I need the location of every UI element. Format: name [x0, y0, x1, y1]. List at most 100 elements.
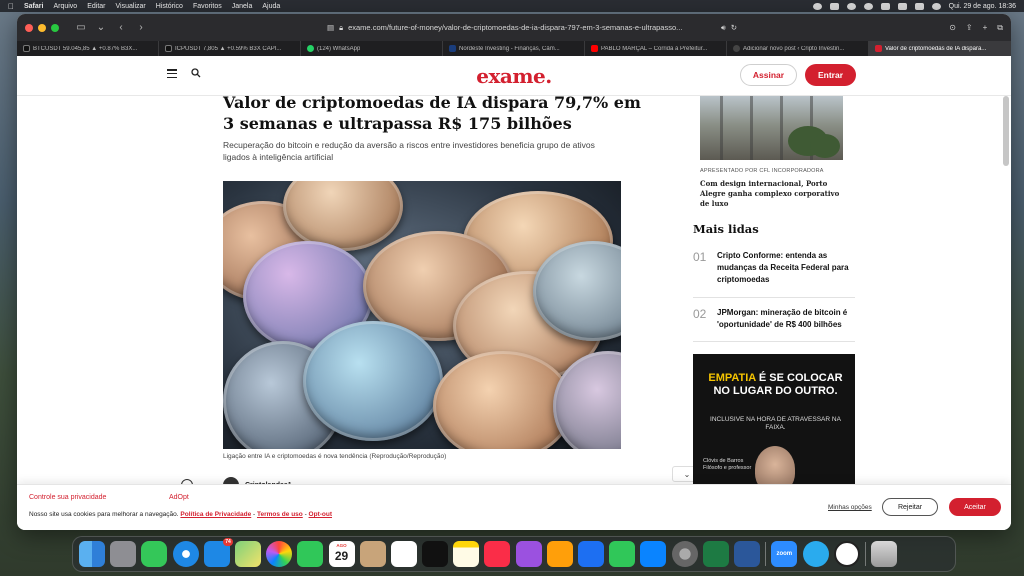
- menu-item-historico[interactable]: Histórico: [156, 3, 183, 10]
- maps-icon[interactable]: [234, 541, 261, 567]
- chevron-down-icon[interactable]: ⌄: [93, 21, 109, 35]
- tab-whatsapp[interactable]: (124) WhatsApp: [301, 41, 443, 56]
- download-icon[interactable]: ⊙: [949, 23, 956, 33]
- messages-icon[interactable]: [141, 541, 168, 567]
- excel-icon[interactable]: [702, 541, 729, 567]
- calendar-icon[interactable]: AGO 29: [328, 541, 355, 567]
- column-shape: [780, 96, 783, 160]
- banner-headline: EMPATIA É SE COLOCAR NO LUGAR DO OUTRO.: [708, 372, 843, 397]
- tree-shape: [810, 134, 840, 158]
- appstore-icon[interactable]: [640, 541, 667, 567]
- assinar-button[interactable]: Assinar: [740, 64, 797, 86]
- telegram-icon[interactable]: [802, 541, 829, 567]
- mais-lidas-title[interactable]: JPMorgan: mineração de bitcoin é 'oportu…: [717, 307, 855, 331]
- clock-icon[interactable]: [833, 541, 860, 567]
- terms-link[interactable]: Termos de uso: [257, 511, 303, 518]
- menu-item-ajuda[interactable]: Ajuda: [262, 3, 280, 10]
- creative-cloud-icon[interactable]: [812, 2, 822, 10]
- launchpad-icon[interactable]: [110, 541, 137, 567]
- divider: [693, 297, 855, 298]
- control-center-icon[interactable]: [914, 2, 924, 10]
- mail-badge: 74: [223, 538, 233, 546]
- page-menu-icon[interactable]: ▤: [327, 23, 334, 32]
- menubar-clock[interactable]: Qui. 29 de ago. 18:36: [949, 3, 1016, 10]
- tab-wordpress[interactable]: Adicionar novo post ‹ Cripto Investin...: [727, 41, 869, 56]
- trash-icon[interactable]: [871, 541, 898, 567]
- adopt-brand[interactable]: AdOpt: [169, 494, 189, 501]
- tab-exame-active[interactable]: Valor de criptomoedas de IA dispara...: [869, 41, 1011, 56]
- mais-lidas-title[interactable]: Cripto Conforme: entenda as mudanças da …: [717, 250, 855, 286]
- tab-youtube[interactable]: PABLO MARÇAL – Corrida à Prefeitur...: [585, 41, 727, 56]
- photos-icon[interactable]: [266, 541, 293, 567]
- facetime-icon[interactable]: [297, 541, 324, 567]
- music-icon[interactable]: [484, 541, 511, 567]
- keynote-icon[interactable]: [578, 541, 604, 567]
- macos-dock: 74 AGO 29 zoom: [72, 536, 956, 572]
- new-tab-icon[interactable]: +: [983, 23, 988, 33]
- apple-menu-icon[interactable]: : [8, 2, 14, 11]
- tab-btcusdt[interactable]: BTCUSDT 59.045,85 ▲ +0.87% B3X...: [17, 41, 159, 56]
- safari-icon[interactable]: [172, 541, 199, 567]
- privacy-policy-link[interactable]: Política de Privacidade: [180, 511, 251, 518]
- rank-number: 02: [693, 307, 707, 321]
- toolbar-right: ⊙ ⇪ + ⧉: [949, 23, 1003, 33]
- menu-item-arquivo[interactable]: Arquivo: [53, 3, 77, 10]
- mais-lidas-item[interactable]: 01 Cripto Conforme: entenda as mudanças …: [693, 250, 855, 286]
- tab-overview-icon[interactable]: ⧉: [997, 23, 1003, 33]
- reject-button[interactable]: Rejeitar: [882, 498, 938, 516]
- tab-icpusdt[interactable]: ICPUSDT 7,805 ▲ +0.59% B3X CAPI...: [159, 41, 301, 56]
- siri-icon[interactable]: [931, 2, 941, 10]
- nordeste-icon: [449, 45, 456, 52]
- my-options-link[interactable]: Minhas opções: [828, 504, 872, 511]
- zoom-window-button[interactable]: [51, 23, 59, 32]
- opt-out-link[interactable]: Opt-out: [309, 511, 332, 518]
- menu-item-janela[interactable]: Janela: [232, 3, 253, 10]
- status-area: Qui. 29 de ago. 18:36: [812, 2, 1016, 10]
- address-bar[interactable]: ▤ 🔒︎ exame.com/future-of-money/valor-de-…: [327, 20, 737, 35]
- menu-app-name[interactable]: Safari: [24, 3, 43, 10]
- menu-item-editar[interactable]: Editar: [87, 3, 105, 10]
- word-icon[interactable]: [733, 541, 760, 567]
- clock-status-icon[interactable]: [863, 2, 873, 10]
- podcasts-icon[interactable]: [515, 541, 542, 567]
- chevron-down-icon: ⌄: [683, 469, 691, 479]
- reminders-icon[interactable]: [390, 541, 417, 567]
- contacts-icon[interactable]: [359, 541, 386, 567]
- sponsored-title[interactable]: Com design internacional, Porto Alegre g…: [700, 179, 850, 209]
- wifi-icon[interactable]: [880, 2, 890, 10]
- user-icon[interactable]: [829, 2, 839, 10]
- accept-button[interactable]: Aceitar: [949, 498, 1001, 516]
- mais-lidas-item[interactable]: 02 JPMorgan: mineração de bitcoin é 'opo…: [693, 307, 855, 331]
- empatia-ad-banner[interactable]: EMPATIA É SE COLOCAR NO LUGAR DO OUTRO. …: [693, 354, 855, 484]
- back-icon[interactable]: ‹: [113, 21, 129, 35]
- close-window-button[interactable]: [25, 23, 33, 32]
- url-text[interactable]: exame.com/future-of-money/valor-de-cript…: [348, 23, 716, 32]
- entrar-button[interactable]: Entrar: [805, 64, 856, 86]
- forward-icon[interactable]: ›: [133, 21, 149, 35]
- zoom-icon[interactable]: zoom: [771, 541, 798, 567]
- appletv-icon[interactable]: [422, 541, 449, 567]
- cookie-title: Controle sua privacidade: [29, 494, 107, 501]
- menu-item-visualizar[interactable]: Visualizar: [116, 3, 146, 10]
- notes-icon[interactable]: [453, 541, 480, 567]
- share-icon[interactable]: ⇪: [966, 23, 973, 33]
- pages-icon[interactable]: [546, 541, 573, 567]
- menu-item-favoritos[interactable]: Favoritos: [193, 3, 222, 10]
- tab-nordeste[interactable]: Nordeste Investing - Finanças, Câm...: [443, 41, 585, 56]
- image-caption: Ligação entre IA e criptomoedas é nova t…: [223, 453, 447, 460]
- person-photo: [755, 446, 795, 484]
- search-spotlight-icon[interactable]: [897, 2, 907, 10]
- play-icon[interactable]: [846, 2, 856, 10]
- sponsored-image[interactable]: [700, 96, 843, 160]
- reload-icon[interactable]: ↻: [731, 23, 737, 32]
- audio-icon[interactable]: 🔊︎: [721, 23, 726, 33]
- finder-icon[interactable]: [79, 541, 105, 567]
- exame-logo[interactable]: exame.: [17, 64, 1011, 88]
- numbers-icon[interactable]: [609, 541, 636, 567]
- banner-subline: INCLUSIVE NA HORA DE ATRAVESSAR NA FAIXA…: [710, 416, 841, 431]
- sidebar-toggle-icon[interactable]: ▭: [73, 21, 89, 35]
- page-scrollbar[interactable]: [1003, 96, 1009, 166]
- system-settings-icon[interactable]: [671, 541, 698, 567]
- mail-icon[interactable]: 74: [203, 538, 233, 567]
- minimize-window-button[interactable]: [38, 23, 46, 32]
